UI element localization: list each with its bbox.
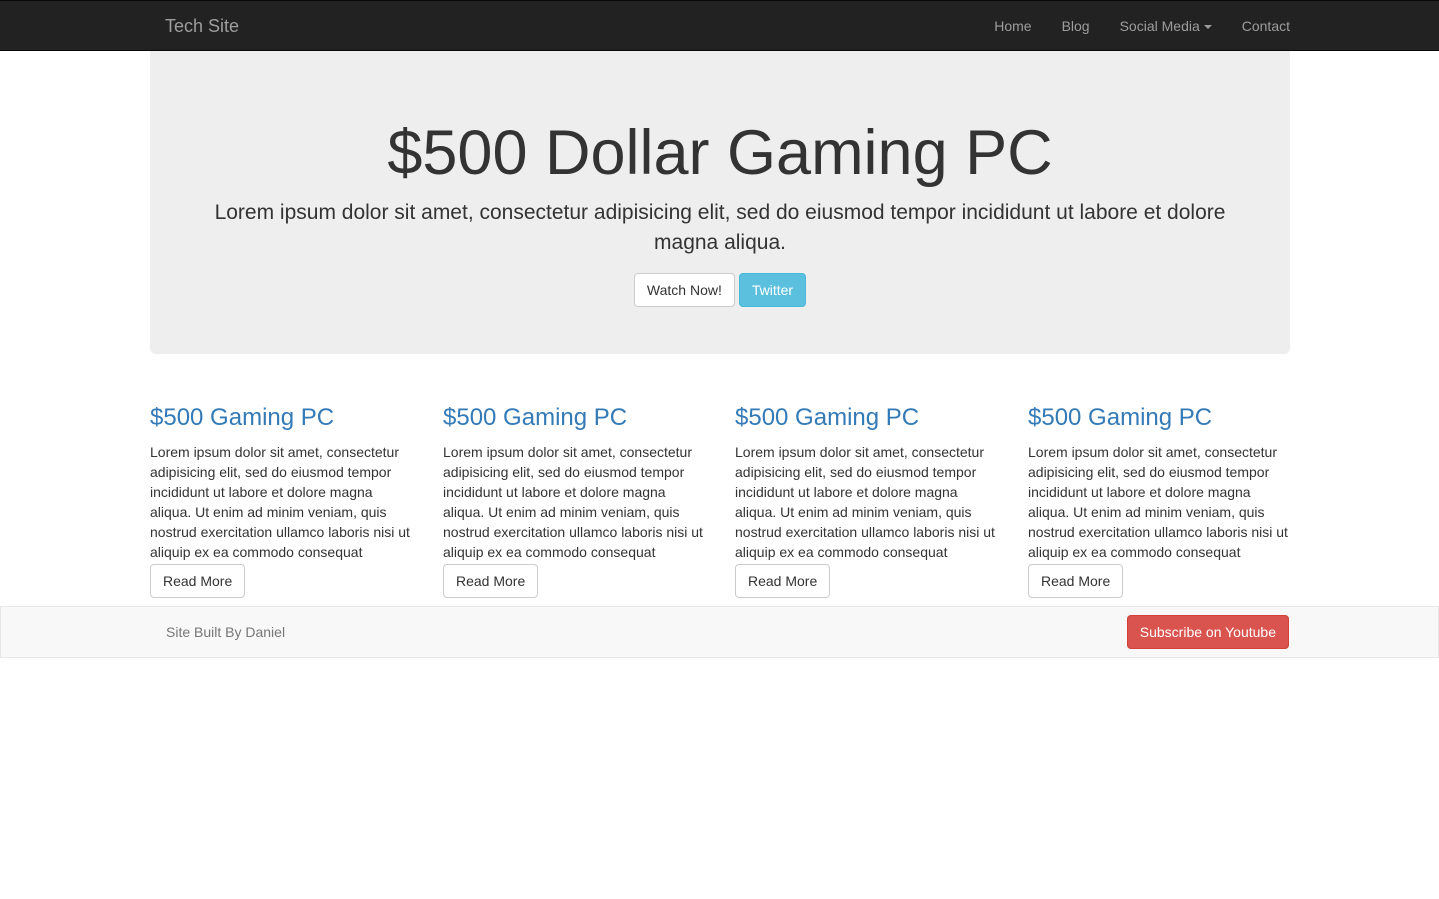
feature-column-4: $500 Gaming PC Lorem ipsum dolor sit ame… xyxy=(1028,400,1290,598)
column-body: Lorem ipsum dolor sit amet, consectetur … xyxy=(735,444,995,560)
brand-link[interactable]: Tech Site xyxy=(165,1,239,52)
subscribe-youtube-button[interactable]: Subscribe on Youtube xyxy=(1126,615,1289,649)
hero-lead: Lorem ipsum dolor sit amet, consectetur … xyxy=(214,201,1226,254)
column-heading[interactable]: $500 Gaming PC xyxy=(150,400,412,436)
read-more-button[interactable]: Read More xyxy=(150,564,246,598)
caret-down-icon xyxy=(1203,25,1212,30)
column-heading[interactable]: $500 Gaming PC xyxy=(1028,400,1290,436)
twitter-button[interactable]: Twitter xyxy=(738,273,807,307)
column-heading[interactable]: $500 Gaming PC xyxy=(735,400,997,436)
read-more-button[interactable]: Read More xyxy=(443,564,539,598)
footer-credit: Site Built By Daniel xyxy=(166,624,286,640)
hero-jumbotron: $500 Dollar Gaming PC Lorem ipsum dolor … xyxy=(150,51,1290,354)
feature-column-2: $500 Gaming PC Lorem ipsum dolor sit ame… xyxy=(443,400,705,598)
nav-item-social-media-label: Social Media xyxy=(1119,18,1200,34)
column-body: Lorem ipsum dolor sit amet, consectetur … xyxy=(443,444,703,560)
column-body: Lorem ipsum dolor sit amet, consectetur … xyxy=(1028,444,1288,560)
read-more-button[interactable]: Read More xyxy=(1028,564,1124,598)
column-heading[interactable]: $500 Gaming PC xyxy=(443,400,705,436)
watch-now-button[interactable]: Watch Now! xyxy=(633,273,735,307)
nav-item-blog[interactable]: Blog xyxy=(1047,1,1105,52)
nav-item-social-media[interactable]: Social Media xyxy=(1105,1,1227,52)
nav-menu: Home Blog Social Media Contact xyxy=(979,1,1290,52)
feature-column-1: $500 Gaming PC Lorem ipsum dolor sit ame… xyxy=(150,400,412,598)
hero-buttons: Watch Now! Twitter xyxy=(150,273,1290,307)
column-body: Lorem ipsum dolor sit amet, consectetur … xyxy=(150,444,410,560)
nav-item-contact[interactable]: Contact xyxy=(1227,1,1290,52)
page-footer: Site Built By Daniel Subscribe on Youtub… xyxy=(0,606,1439,658)
hero-title: $500 Dollar Gaming PC xyxy=(387,118,1053,188)
read-more-button[interactable]: Read More xyxy=(735,564,831,598)
feature-column-3: $500 Gaming PC Lorem ipsum dolor sit ame… xyxy=(735,400,997,598)
top-navbar: Tech Site Home Blog Social Media Contact xyxy=(0,0,1439,51)
nav-item-home[interactable]: Home xyxy=(979,1,1046,52)
